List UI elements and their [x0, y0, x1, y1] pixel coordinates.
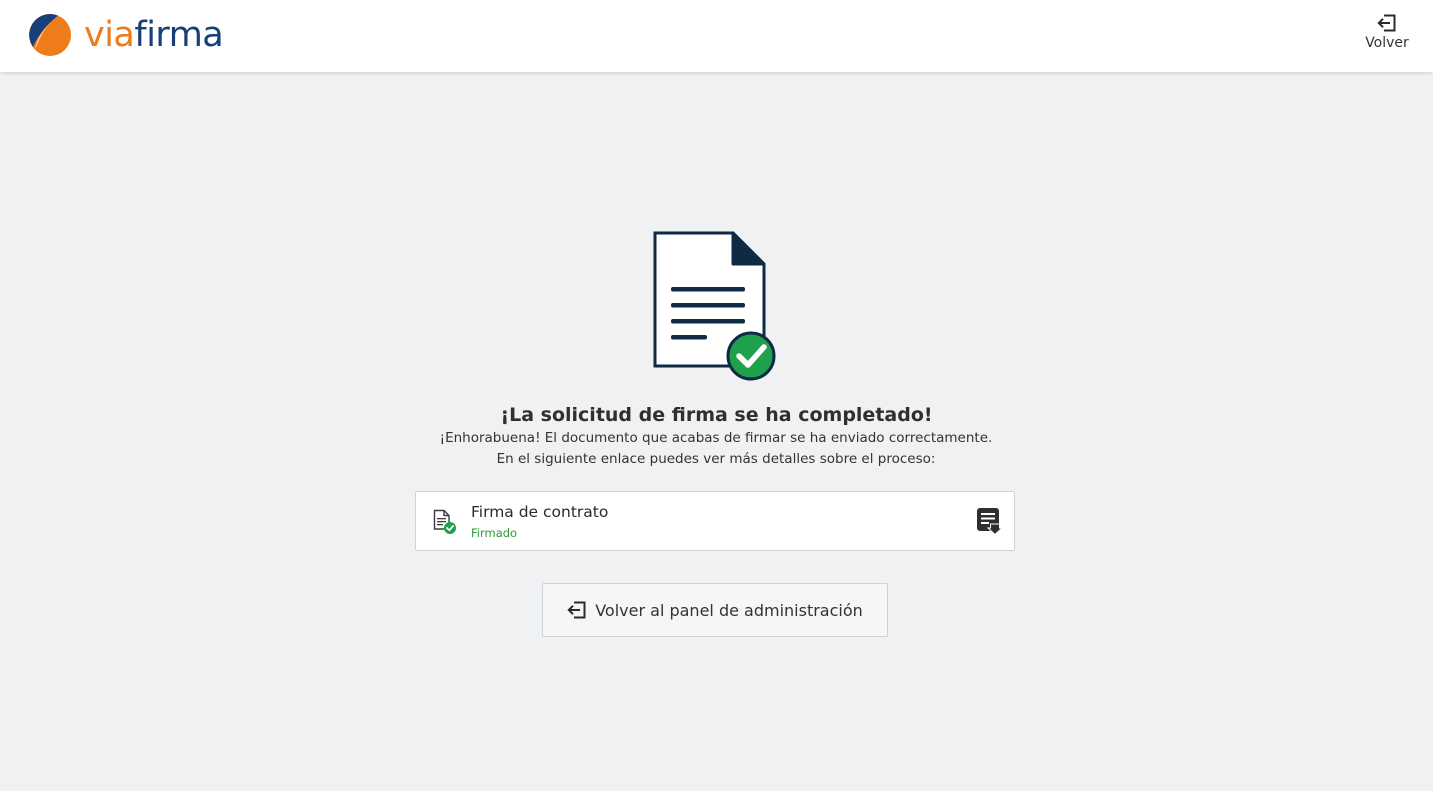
logo-mark-icon [29, 14, 71, 56]
success-message: ¡Enhorabuena! El documento que acabas de… [439, 430, 993, 467]
back-to-admin-panel-label: Volver al panel de administración [595, 600, 863, 620]
volver-button[interactable]: Volver [1364, 14, 1410, 51]
document-signed-icon [653, 231, 776, 381]
volver-label: Volver [1365, 35, 1409, 51]
file-signed-icon [433, 509, 456, 534]
page-title: ¡La solicitud de firma se ha completado! [500, 404, 933, 426]
viafirma-logo[interactable]: viafirma [26, 12, 224, 58]
sign-out-icon [1377, 14, 1396, 32]
sign-out-icon [567, 601, 586, 619]
download-list-icon[interactable] [976, 507, 1002, 535]
document-status: Firmado [471, 526, 518, 540]
document-card[interactable]: Firma de contrato Firmado [415, 491, 1015, 551]
top-bar: viafirma Volver [0, 0, 1433, 72]
back-to-admin-panel-button[interactable]: Volver al panel de administración [542, 583, 888, 637]
document-name: Firma de contrato [471, 503, 609, 521]
logo-wordmark: viafirma [84, 14, 224, 55]
